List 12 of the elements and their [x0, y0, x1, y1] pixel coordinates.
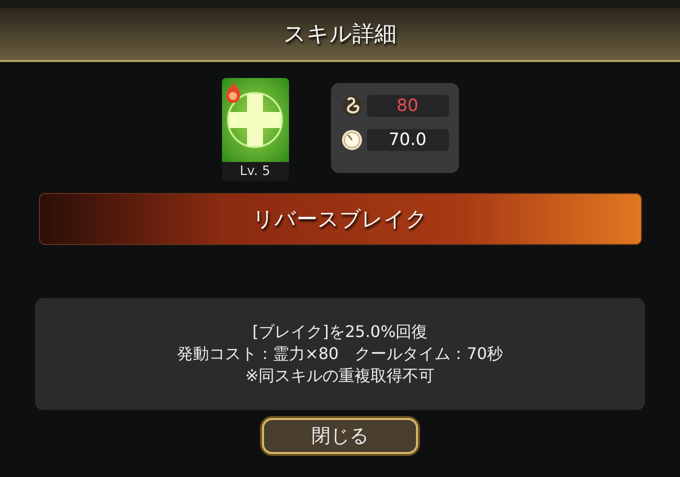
description-line: 発動コスト：霊力×80 クールタイム：70秒	[176, 344, 504, 364]
description-line: ※同スキルの重複取得不可	[245, 366, 435, 386]
close-button[interactable]: 閉じる	[262, 418, 418, 454]
cross-icon	[225, 90, 285, 150]
cost-value: 80	[366, 95, 448, 117]
skill-level: Lv. 5	[238, 163, 272, 181]
skill-name: リバースブレイク	[38, 193, 642, 245]
gauge-icon	[340, 129, 362, 151]
flame-icon	[224, 80, 242, 104]
description-line: [ブレイク]を25.0%回復	[252, 322, 428, 342]
dialog-title: スキル詳細	[284, 21, 396, 49]
cooldown-value: 70.0	[366, 129, 448, 151]
